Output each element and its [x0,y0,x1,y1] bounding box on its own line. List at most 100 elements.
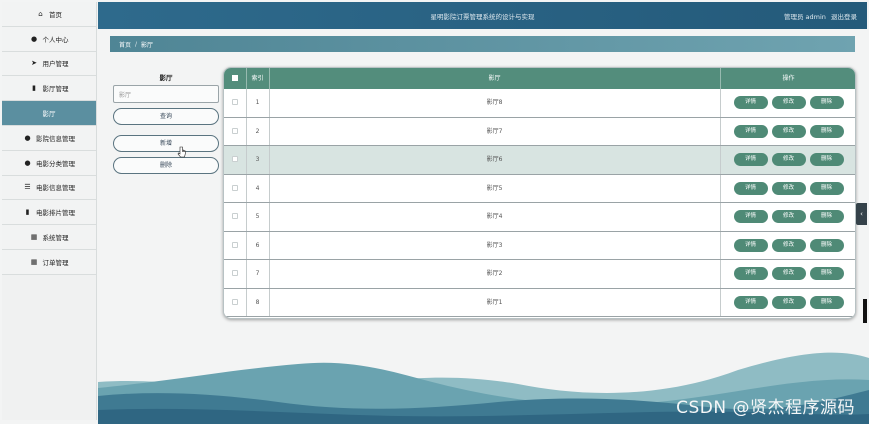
sidebar-item-label: 订单管理 [42,258,69,267]
row-name: 影厅5 [486,184,503,192]
edit-button[interactable]: 修改 [771,124,806,138]
sidebar-item-label: 影厅 [42,110,56,119]
row-actions: 详情 修改 删除 [720,260,855,288]
delete-button[interactable]: 删除 [113,157,219,174]
sidebar-item-label: 影厅管理 [42,85,69,94]
sidebar-item[interactable]: ▦ 系统管理 [2,225,96,250]
row-name: 影厅1 [486,298,503,306]
row-index: 2 [255,127,260,135]
watermark-text: CSDN @贤杰程序源码 [676,398,855,418]
sidebar-item[interactable]: ● 电影分类管理 [2,150,96,176]
row-delete-button[interactable]: 删除 [809,295,844,309]
row-actions: 详情 修改 删除 [720,203,855,231]
user-icon: ● [24,133,31,142]
data-table: 索引 影厅 操作 1 影厅8 详情 修改 删除 2 影厅7 详情 修改 删除 3 影厅6 详情 修改 删除 4… [223,67,856,319]
row-checkbox[interactable] [224,118,246,146]
collapse-tab-icon[interactable]: ‹ [856,203,867,225]
add-button[interactable]: 新增 [113,135,219,152]
detail-button[interactable]: 详情 [733,238,768,252]
detail-button[interactable]: 详情 [733,295,768,309]
row-delete-button[interactable]: 删除 [809,267,844,280]
sidebar-item[interactable]: ☰ 电影信息管理 [2,175,96,201]
sidebar-item[interactable]: ● 个人中心 [2,26,96,52]
row-name: 影厅8 [486,99,503,106]
table-row: 8 影厅1 详情 修改 删除 [224,288,855,317]
user-icon: ● [30,34,38,43]
row-checkbox[interactable] [224,289,246,317]
detail-button[interactable]: 详情 [733,153,768,166]
scroll-marker [863,299,867,323]
sidebar-item-label: 电影排片管理 [36,209,75,218]
row-delete-button[interactable]: 删除 [809,153,844,166]
sliders-icon: ☰ [24,183,31,192]
row-delete-button[interactable]: 删除 [809,96,844,109]
home-icon: ⌂ [38,9,43,18]
sidebar-item-label: 用户管理 [42,60,69,69]
edit-button[interactable]: 修改 [771,153,806,166]
sidebar-item-label: 系统管理 [42,234,69,243]
detail-button[interactable]: 详情 [733,210,768,223]
logout-link[interactable]: 退出登录 [831,13,857,21]
row-delete-button[interactable]: 删除 [809,210,844,223]
row-index: 4 [255,184,260,192]
row-index: 5 [255,213,260,220]
breadcrumb: 首页 / 影厅 [110,36,855,52]
edit-button[interactable]: 修改 [771,181,806,195]
breadcrumb-home[interactable]: 首页 [119,40,131,49]
sidebar-item[interactable]: ➤ 用户管理 [2,51,96,77]
select-all-checkbox[interactable] [224,68,246,89]
breadcrumb-current: 影厅 [141,41,154,49]
row-checkbox[interactable] [224,89,246,117]
row-name: 影厅3 [486,241,503,249]
sidebar-item[interactable]: ▮ 影厅管理 [2,76,96,102]
sidebar-item-label: 影院信息管理 [36,134,75,143]
top-header: 星明影院订票管理系统的设计与实现 管理员 admin 退出登录 [98,2,867,29]
row-checkbox[interactable] [224,203,246,231]
header-name: 影厅 [488,75,501,82]
grid-icon: ▦ [30,257,38,266]
row-actions: 详情 修改 删除 [720,175,855,203]
row-checkbox[interactable] [224,146,246,174]
search-input[interactable]: 影厅 [113,85,219,103]
row-delete-button[interactable]: 删除 [809,238,844,252]
row-name: 影厅7 [486,127,503,135]
sidebar-item[interactable]: ▮ 电影排片管理 [2,200,96,226]
detail-button[interactable]: 详情 [733,124,768,138]
row-index: 1 [255,99,260,106]
header-actions: 操作 [782,75,795,82]
user-area: 管理员 admin 退出登录 [781,11,857,21]
breadcrumb-separator: / [135,40,138,48]
user-icon: ● [24,158,31,167]
row-actions: 详情 修改 删除 [720,118,855,146]
query-button[interactable]: 查询 [113,108,219,125]
row-delete-button[interactable]: 删除 [809,181,844,195]
edit-button[interactable]: 修改 [771,295,806,309]
sidebar-item[interactable]: ▦ 订单管理 [2,249,96,275]
edit-button[interactable]: 修改 [771,210,806,223]
detail-button[interactable]: 详情 [733,96,768,109]
row-checkbox[interactable] [224,260,246,288]
app-title: 星明影院订票管理系统的设计与实现 [430,13,535,21]
sidebar-item[interactable]: ⌂ 首页 [2,2,96,27]
detail-button[interactable]: 详情 [733,181,768,195]
edit-button[interactable]: 修改 [771,96,806,109]
table-row: 6 影厅3 详情 修改 删除 [224,231,855,260]
table-header: 索引 影厅 操作 [224,68,855,89]
table-row: 1 影厅8 详情 修改 删除 [224,89,855,118]
table-row: 2 影厅7 详情 修改 删除 [224,117,855,146]
row-checkbox[interactable] [224,232,246,260]
row-index: 8 [255,298,260,306]
bar-chart-icon: ▮ [25,208,30,217]
send-icon: ➤ [31,59,37,68]
edit-button[interactable]: 修改 [771,267,806,280]
sidebar-item-label: 个人中心 [42,35,69,44]
sidebar-item[interactable]: 影厅 [2,101,96,126]
row-checkbox[interactable] [224,175,246,203]
detail-button[interactable]: 详情 [733,267,768,280]
row-delete-button[interactable]: 删除 [809,124,844,138]
table-row: 3 影厅6 详情 修改 删除 [224,146,855,175]
sidebar-item[interactable]: ● 影院信息管理 [2,125,96,151]
row-name: 影厅4 [486,213,503,220]
edit-button[interactable]: 修改 [771,238,806,252]
row-index: 6 [255,241,260,249]
